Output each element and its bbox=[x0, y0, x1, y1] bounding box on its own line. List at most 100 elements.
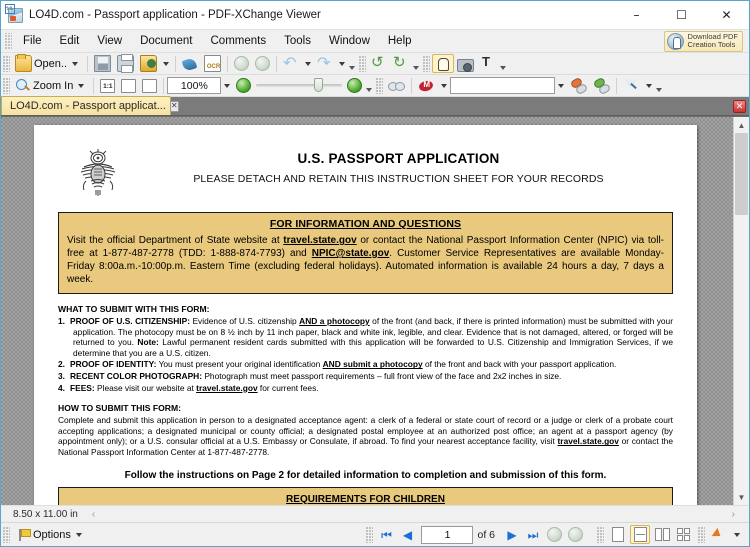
document-close-icon[interactable]: ✕ bbox=[733, 100, 746, 113]
fit-width-button[interactable] bbox=[139, 76, 160, 95]
undo-dropdown-icon[interactable] bbox=[305, 61, 312, 66]
next-view-button[interactable]: → bbox=[5, 4, 273, 73]
toolbar-overflow-expander[interactable] bbox=[499, 56, 508, 72]
redo-dropdown-icon[interactable] bbox=[339, 61, 346, 66]
find-button[interactable] bbox=[415, 76, 438, 95]
single-page-view-button[interactable] bbox=[608, 525, 628, 544]
next-view-button[interactable]: → bbox=[5, 4, 585, 545]
options-dropdown-icon[interactable] bbox=[75, 532, 82, 537]
previous-page-icon: ◀ bbox=[402, 527, 413, 542]
zoom-level-input[interactable]: 100% bbox=[167, 77, 222, 94]
close-button[interactable]: ✕ bbox=[704, 1, 749, 30]
highlight-green-button[interactable] bbox=[590, 76, 613, 95]
find-input[interactable] bbox=[450, 77, 556, 94]
zoom-in-button[interactable]: Zoom In bbox=[12, 76, 90, 95]
last-page-button[interactable]: ⏭ bbox=[523, 525, 543, 545]
export-button[interactable] bbox=[137, 54, 160, 73]
zoom-slider-thumb[interactable] bbox=[314, 78, 324, 92]
rotate-left-button[interactable] bbox=[368, 53, 390, 73]
zoom-in-step-button[interactable] bbox=[344, 76, 365, 95]
scrollbar-thumb[interactable] bbox=[735, 133, 748, 215]
options-button[interactable]: Options bbox=[12, 525, 88, 544]
cursor-drag-grip[interactable] bbox=[698, 526, 705, 543]
undo-button[interactable] bbox=[280, 53, 302, 73]
menu-comments[interactable]: Comments bbox=[202, 32, 276, 50]
actual-size-button[interactable]: 1:1 bbox=[97, 76, 118, 95]
toolbar-separator bbox=[163, 77, 165, 94]
save-button[interactable] bbox=[91, 54, 114, 73]
download-pdf-creation-tools-button[interactable]: Download PDF Creation Tools bbox=[663, 30, 743, 52]
continuous-view-button[interactable] bbox=[630, 525, 650, 544]
zoom-slider[interactable] bbox=[256, 78, 343, 92]
hand-tool-button[interactable] bbox=[432, 54, 455, 73]
menu-window[interactable]: Window bbox=[320, 32, 379, 50]
scroll-up-button[interactable]: ▲ bbox=[734, 117, 749, 133]
first-page-button[interactable]: ⏮ bbox=[376, 525, 396, 545]
menu-file[interactable]: File bbox=[14, 32, 51, 50]
navigation-drag-grip[interactable] bbox=[366, 526, 374, 543]
previous-view-button[interactable]: ← bbox=[5, 4, 252, 73]
export-dropdown-icon[interactable] bbox=[163, 61, 170, 66]
callout-link-travel-state-gov[interactable]: travel.state.gov bbox=[283, 235, 356, 246]
viewmode-drag-grip[interactable] bbox=[597, 526, 604, 543]
how-link-travel-state-gov[interactable]: travel.state.gov bbox=[558, 436, 619, 446]
page-number-input[interactable]: 1 bbox=[421, 525, 474, 544]
find-history-dropdown-icon[interactable] bbox=[558, 83, 565, 88]
menu-drag-grip[interactable] bbox=[4, 32, 12, 50]
view-mode-group bbox=[595, 525, 743, 544]
open-dropdown-icon[interactable] bbox=[72, 61, 79, 66]
toolbar-overflow-expander[interactable] bbox=[348, 56, 357, 72]
previous-page-button[interactable]: ◀ bbox=[397, 525, 417, 545]
highlight-button[interactable] bbox=[567, 76, 590, 95]
email-button[interactable] bbox=[179, 54, 201, 73]
toolbar-drag-grip[interactable] bbox=[376, 77, 384, 94]
maximize-button[interactable]: ☐ bbox=[659, 1, 704, 30]
print-button[interactable] bbox=[114, 54, 137, 73]
document-viewport[interactable]: U.S. PASSPORT APPLICATION PLEASE DETACH … bbox=[1, 116, 749, 505]
snapshot-tool-button[interactable] bbox=[454, 54, 477, 73]
toolbar-drag-grip[interactable] bbox=[359, 55, 367, 72]
toolbar-drag-grip[interactable] bbox=[423, 55, 431, 72]
document-tab-passport-application[interactable]: LO4D.com - Passport applicat... ✕ bbox=[1, 96, 179, 115]
ocr-button[interactable] bbox=[201, 54, 224, 73]
cursor-dropdown-icon[interactable] bbox=[734, 532, 740, 537]
facing-continuous-view-button[interactable] bbox=[674, 525, 694, 544]
facing-view-button[interactable] bbox=[652, 525, 672, 544]
select-text-tool-button[interactable] bbox=[477, 54, 499, 73]
scroll-down-button[interactable]: ▼ bbox=[734, 489, 749, 505]
fit-page-button[interactable] bbox=[118, 76, 139, 95]
zoom-dropdown-icon[interactable] bbox=[78, 83, 85, 88]
menu-tools[interactable]: Tools bbox=[275, 32, 320, 50]
filter-dropdown-icon[interactable] bbox=[646, 83, 653, 88]
item-link-travel-state-gov[interactable]: travel.state.gov bbox=[196, 383, 257, 393]
rotate-right-button[interactable] bbox=[390, 53, 412, 73]
panel-collapse-right-icon[interactable]: › bbox=[732, 509, 735, 520]
toolbar-overflow-expander[interactable] bbox=[365, 78, 374, 94]
menu-view[interactable]: View bbox=[88, 32, 131, 50]
filter-button[interactable] bbox=[620, 76, 643, 95]
redo-button[interactable] bbox=[314, 53, 336, 73]
find-dropdown-icon[interactable] bbox=[441, 83, 448, 88]
previous-view-button[interactable]: ← bbox=[5, 4, 564, 545]
panel-collapse-left-icon[interactable]: ‹ bbox=[92, 509, 95, 520]
vertical-scrollbar[interactable]: ▲ ▼ bbox=[733, 117, 749, 505]
minimize-button[interactable]: – bbox=[614, 1, 659, 30]
loupe-button[interactable] bbox=[385, 76, 408, 95]
cursor-coordinates-button[interactable] bbox=[709, 525, 729, 544]
open-button[interactable]: Open.. bbox=[12, 54, 84, 73]
statusbar-drag-grip[interactable] bbox=[3, 526, 10, 543]
menu-edit[interactable]: Edit bbox=[51, 32, 89, 50]
toolbar-overflow-expander[interactable] bbox=[412, 56, 421, 72]
menu-document[interactable]: Document bbox=[131, 32, 201, 50]
tab-close-icon[interactable]: ✕ bbox=[169, 100, 179, 112]
zoom-slider-track[interactable] bbox=[256, 78, 343, 92]
menu-help[interactable]: Help bbox=[379, 32, 421, 50]
toolbar-overflow-expander[interactable] bbox=[655, 78, 664, 94]
zoom-level-dropdown-icon[interactable] bbox=[224, 83, 231, 88]
toolbar-drag-grip[interactable] bbox=[3, 77, 10, 94]
callout-link-npic-email[interactable]: NPIC@state.gov bbox=[312, 248, 390, 259]
scrollbar-track[interactable] bbox=[734, 133, 749, 489]
toolbar-drag-grip[interactable] bbox=[3, 55, 10, 72]
zoom-out-button[interactable] bbox=[233, 76, 254, 95]
next-page-button[interactable]: ▶ bbox=[502, 525, 522, 545]
